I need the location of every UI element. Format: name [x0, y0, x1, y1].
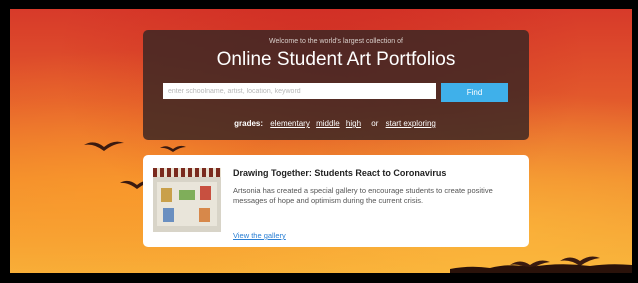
page-title: Online Student Art Portfolios [216, 49, 456, 70]
or-text: or [371, 119, 379, 128]
grade-link-elementary[interactable]: elementary [270, 119, 310, 128]
grade-link-high[interactable]: high [346, 119, 361, 128]
view-gallery-link[interactable]: View the gallery [233, 231, 286, 240]
search-input[interactable] [163, 83, 436, 99]
grades-row: grades: elementary middle high or start … [143, 119, 529, 128]
screenshot-frame: Welcome to the world's largest collectio… [0, 0, 638, 283]
thumbnail-art-1 [161, 188, 172, 202]
welcome-text: Welcome to the world's largest collectio… [269, 38, 403, 45]
thumbnail-art-2 [179, 190, 195, 200]
treeline-silhouette [450, 264, 632, 273]
feature-card: Drawing Together: Students React to Coro… [143, 155, 529, 247]
hero-background: Welcome to the world's largest collectio… [10, 9, 632, 273]
thumbnail-banner [153, 168, 221, 177]
grade-link-middle[interactable]: middle [316, 119, 340, 128]
start-exploring-link[interactable]: start exploring [386, 119, 436, 128]
find-button[interactable]: Find [441, 83, 508, 102]
thumbnail-art-5 [199, 208, 210, 222]
bird-silhouette-left [84, 141, 124, 151]
feature-title[interactable]: Drawing Together: Students React to Coro… [233, 168, 446, 178]
feature-description: Artsonia has created a special gallery t… [233, 186, 493, 205]
search-panel: Welcome to the world's largest collectio… [143, 30, 529, 140]
thumbnail-art-3 [200, 186, 211, 200]
feature-thumbnail[interactable] [153, 168, 221, 232]
thumbnail-art-4 [163, 208, 174, 222]
bird-silhouette-small [160, 145, 186, 152]
grades-label: grades: [234, 119, 264, 128]
